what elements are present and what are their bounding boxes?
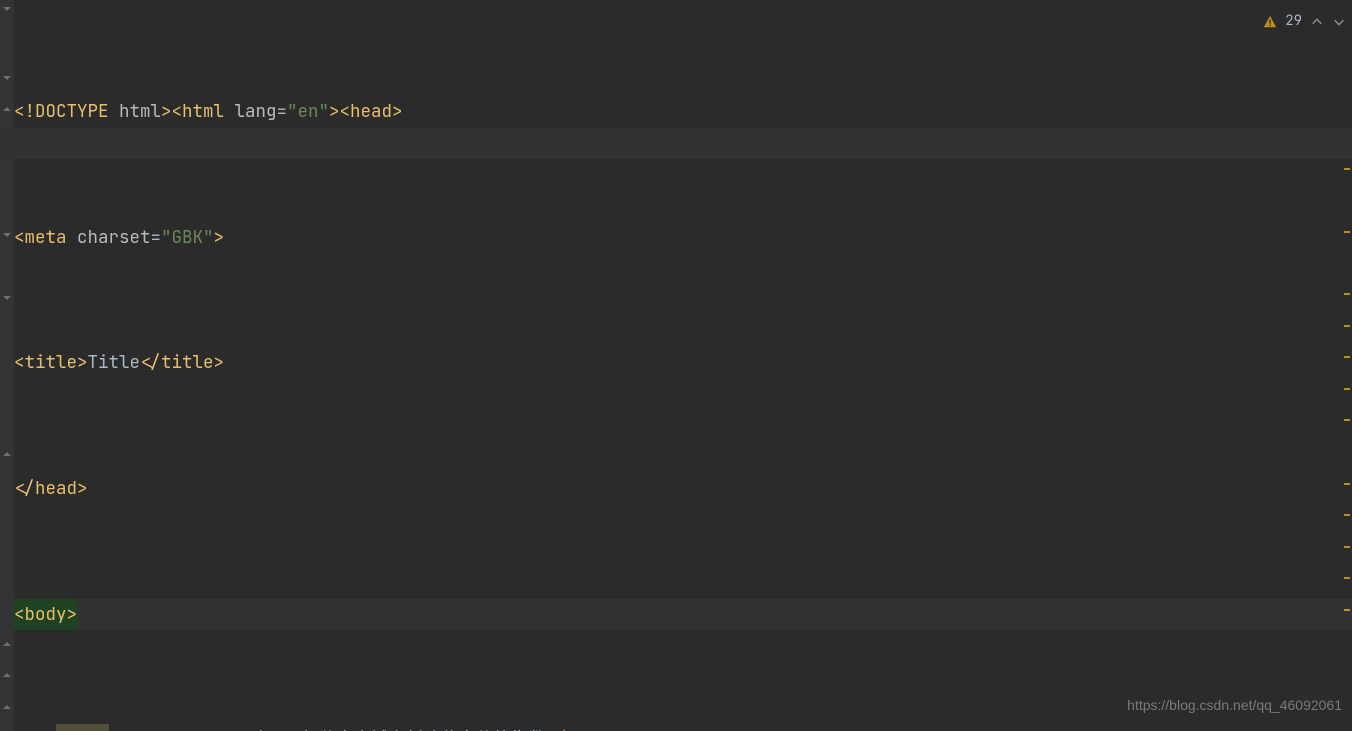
- warning-count: 29: [1285, 6, 1302, 37]
- fold-marker-up-icon[interactable]: [3, 640, 11, 648]
- fold-marker-down-icon[interactable]: [3, 294, 11, 302]
- fold-marker-up-icon[interactable]: [3, 703, 11, 711]
- code-line[interactable]: <title>Title</title>: [14, 347, 1183, 378]
- code-line[interactable]: <!DOCTYPE html><html lang="en"><head>: [14, 96, 1183, 127]
- chevron-down-icon[interactable]: [1332, 15, 1346, 29]
- warning-icon: [1263, 15, 1277, 29]
- fold-marker-down-icon[interactable]: [3, 231, 11, 239]
- fold-marker-up-icon[interactable]: [3, 450, 11, 458]
- code-line[interactable]: <h2 align="center">2016年7月部分大中城市新建住宅价格指数…: [14, 724, 1183, 731]
- editor-code[interactable]: <!DOCTYPE html><html lang="en"><head> <m…: [14, 2, 1183, 731]
- inspection-summary[interactable]: 29: [1263, 6, 1346, 37]
- fold-marker-down-icon[interactable]: [3, 74, 11, 82]
- fold-marker-up-icon[interactable]: [3, 671, 11, 679]
- code-line-cursor[interactable]: <body>: [14, 599, 1183, 630]
- chevron-up-icon[interactable]: [1310, 15, 1324, 29]
- code-line[interactable]: </head>: [14, 473, 1183, 504]
- fold-marker-up-icon[interactable]: [3, 105, 11, 113]
- gutter: [0, 0, 14, 731]
- fold-marker-down-icon[interactable]: [3, 5, 11, 13]
- code-line[interactable]: <meta charset="GBK">: [14, 222, 1183, 253]
- watermark: https://blog.csdn.net/qq_46092061: [1127, 690, 1342, 721]
